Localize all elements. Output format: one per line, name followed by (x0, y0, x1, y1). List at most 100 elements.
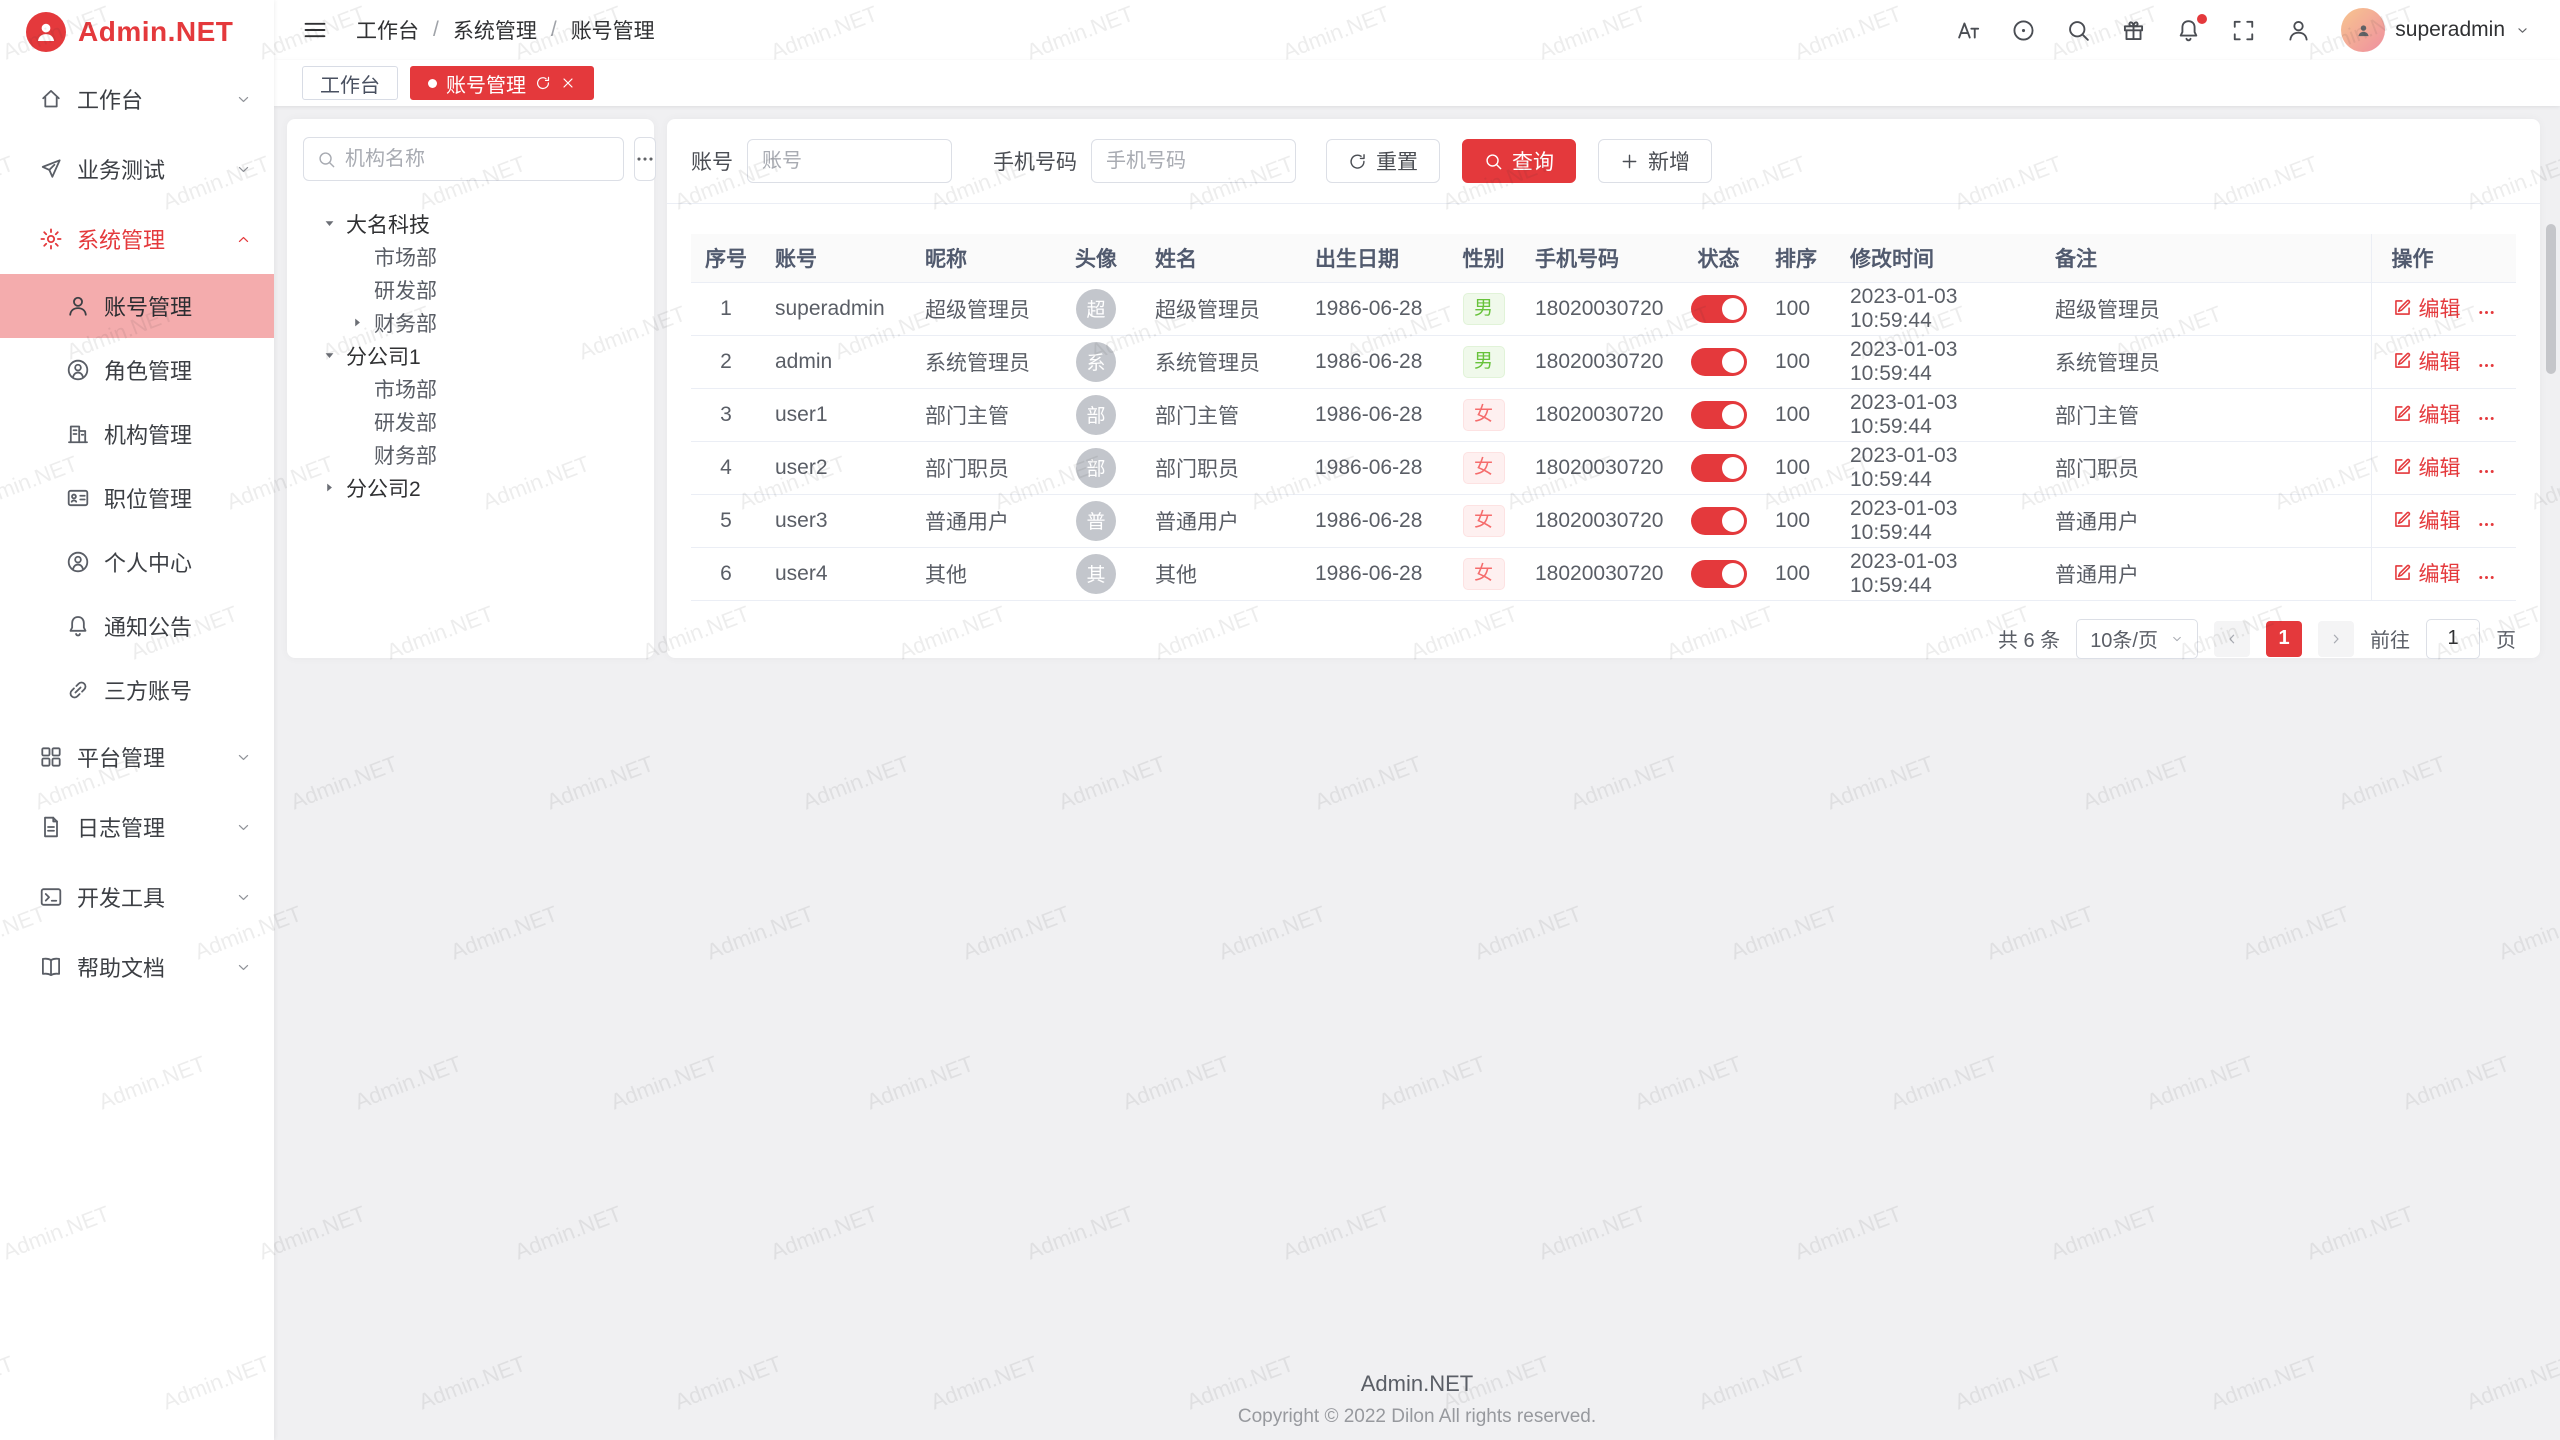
sidebar-item-system-management[interactable]: 系统管理 (0, 204, 274, 274)
row-more-button[interactable] (2477, 568, 2496, 587)
tree-node[interactable]: 研发部 (303, 273, 638, 306)
phone-label: 手机号码 (993, 146, 1077, 176)
edit-button[interactable]: 编辑 (2392, 346, 2461, 376)
column-header: 姓名 (1141, 234, 1301, 282)
reset-button[interactable]: 重置 (1326, 139, 1440, 183)
tree-node[interactable]: 研发部 (303, 405, 638, 438)
page-size-select[interactable]: 10条/页 (2076, 619, 2198, 659)
user-menu[interactable]: superadmin (2341, 8, 2530, 52)
sidebar-item-log-management[interactable]: 日志管理 (0, 792, 274, 862)
bell-icon (66, 614, 90, 638)
sidebar-item-org-management[interactable]: 机构管理 (0, 402, 274, 466)
breadcrumb-item-system[interactable]: 系统管理 (453, 15, 537, 45)
sidebar-item-dev-tools[interactable]: 开发工具 (0, 862, 274, 932)
status-toggle[interactable] (1691, 295, 1747, 323)
chevron-down-icon (235, 161, 252, 178)
sidebar-item-business-test[interactable]: 业务测试 (0, 134, 274, 204)
next-page-button[interactable] (2318, 621, 2354, 657)
user-icon (66, 294, 90, 318)
row-more-button[interactable] (2477, 515, 2496, 534)
edit-button[interactable]: 编辑 (2392, 452, 2461, 482)
status-toggle[interactable] (1691, 560, 1747, 588)
breadcrumb-item-workbench[interactable]: 工作台 (356, 15, 419, 45)
tab-workbench[interactable]: 工作台 (302, 66, 398, 100)
row-more-button[interactable] (2477, 356, 2496, 375)
edit-button[interactable]: 编辑 (2392, 399, 2461, 429)
row-more-button[interactable] (2477, 409, 2496, 428)
row-more-button[interactable] (2477, 303, 2496, 322)
cell-remark: 系统管理员 (2041, 335, 2371, 388)
caret-right-icon[interactable] (347, 316, 367, 329)
sidebar-item-platform-management[interactable]: 平台管理 (0, 722, 274, 792)
sidebar: Admin.NET 工作台业务测试系统管理账号管理角色管理机构管理职位管理个人中… (0, 0, 274, 1440)
page-1-button[interactable]: 1 (2266, 621, 2302, 657)
chevron-up-icon (235, 231, 252, 248)
prev-page-button[interactable] (2214, 621, 2250, 657)
tree-node[interactable]: 分公司1 (303, 339, 638, 372)
app-logo[interactable]: Admin.NET (0, 0, 274, 64)
scrollbar-thumb[interactable] (2546, 224, 2556, 374)
tree-more-button[interactable] (634, 137, 656, 181)
tab-label: 账号管理 (446, 69, 526, 98)
sidebar-item-help-docs[interactable]: 帮助文档 (0, 932, 274, 1002)
font-size-icon[interactable] (1956, 18, 1981, 43)
edit-button[interactable]: 编辑 (2392, 505, 2461, 535)
tab-account-management[interactable]: 账号管理 (410, 66, 594, 100)
caret-down-icon[interactable] (319, 349, 339, 362)
edit-button[interactable]: 编辑 (2392, 558, 2461, 588)
caret-right-icon[interactable] (319, 481, 339, 494)
cell-birthday: 1986-06-28 (1301, 547, 1446, 600)
row-avatar: 普 (1076, 501, 1116, 541)
goto-page-input[interactable] (2426, 619, 2480, 659)
row-more-button[interactable] (2477, 462, 2496, 481)
cell-index: 5 (691, 494, 761, 547)
tree-node[interactable]: 分公司2 (303, 471, 638, 504)
sidebar-item-notice[interactable]: 通知公告 (0, 594, 274, 658)
tree-node[interactable]: 财务部 (303, 306, 638, 339)
cell-modified: 2023-01-03 10:59:44 (1836, 441, 2041, 494)
edit-button[interactable]: 编辑 (2392, 293, 2461, 323)
cell-index: 4 (691, 441, 761, 494)
close-icon[interactable] (560, 75, 576, 91)
terminal-icon (39, 885, 63, 909)
sidebar-item-workbench[interactable]: 工作台 (0, 64, 274, 134)
theme-icon[interactable] (2121, 18, 2146, 43)
menu-toggle-icon[interactable] (302, 17, 328, 43)
fullscreen-icon[interactable] (2231, 18, 2256, 43)
tree-node[interactable]: 大名科技 (303, 207, 638, 240)
document-icon (39, 815, 63, 839)
tree-node[interactable]: 市场部 (303, 240, 638, 273)
gender-badge: 女 (1463, 452, 1505, 484)
cell-index: 1 (691, 282, 761, 335)
org-search-input[interactable] (345, 148, 610, 171)
column-header: 备注 (2041, 234, 2371, 282)
sidebar-item-position-management[interactable]: 职位管理 (0, 466, 274, 530)
add-button[interactable]: 新增 (1598, 139, 1712, 183)
status-toggle[interactable] (1691, 454, 1747, 482)
refresh-icon[interactable] (535, 75, 551, 91)
search-button[interactable]: 查询 (1462, 139, 1576, 183)
search-icon[interactable] (2066, 18, 2091, 43)
tree-node[interactable]: 市场部 (303, 372, 638, 405)
avatar[interactable] (2341, 8, 2385, 52)
tree-node[interactable]: 财务部 (303, 438, 638, 471)
column-header: 性别 (1446, 234, 1521, 282)
caret-down-icon[interactable] (319, 217, 339, 230)
sidebar-item-role-management[interactable]: 角色管理 (0, 338, 274, 402)
cell-phone: 18020030720 (1521, 547, 1676, 600)
profile-icon[interactable] (2286, 18, 2311, 43)
status-toggle[interactable] (1691, 401, 1747, 429)
status-toggle[interactable] (1691, 507, 1747, 535)
breadcrumb-item-account[interactable]: 账号管理 (571, 15, 655, 45)
language-icon[interactable] (2011, 18, 2036, 43)
sidebar-item-third-party-account[interactable]: 三方账号 (0, 658, 274, 722)
cell-modified: 2023-01-03 10:59:44 (1836, 335, 2041, 388)
phone-input[interactable] (1091, 139, 1296, 183)
sidebar-item-personal-center[interactable]: 个人中心 (0, 530, 274, 594)
cell-birthday: 1986-06-28 (1301, 282, 1446, 335)
cell-remark: 超级管理员 (2041, 282, 2371, 335)
account-input[interactable] (747, 139, 952, 183)
notification-icon[interactable] (2176, 18, 2201, 43)
status-toggle[interactable] (1691, 348, 1747, 376)
sidebar-item-account-management[interactable]: 账号管理 (0, 274, 274, 338)
